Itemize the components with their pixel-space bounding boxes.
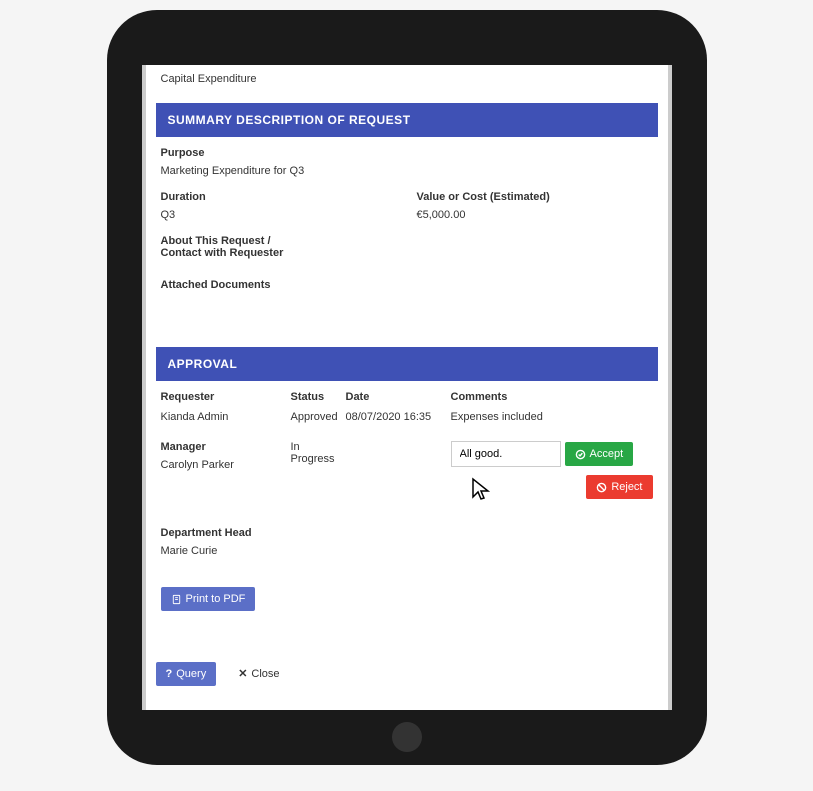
requester-comments: Expenses included xyxy=(451,411,653,423)
manager-row: Manager Carolyn Parker In Progress Accep… xyxy=(161,441,653,499)
reject-button[interactable]: Reject xyxy=(586,475,652,499)
query-label: Query xyxy=(176,668,206,680)
bottom-bar: ? Query ✕ Close xyxy=(156,661,658,691)
col-requester: Requester xyxy=(161,391,281,403)
check-circle-icon xyxy=(575,449,586,460)
close-icon: ✕ xyxy=(238,667,247,680)
tablet-screen: Capital Expenditure SUMMARY DESCRIPTION … xyxy=(142,65,672,710)
print-label: Print to PDF xyxy=(186,593,246,605)
approval-columns-header: Requester Status Date Comments xyxy=(161,391,653,403)
close-button[interactable]: ✕ Close xyxy=(228,661,289,686)
manager-label: Manager xyxy=(161,441,281,453)
col-status: Status xyxy=(291,391,336,403)
requester-name: Kianda Admin xyxy=(161,411,281,423)
query-button[interactable]: ? Query xyxy=(156,662,217,686)
top-text: Capital Expenditure xyxy=(156,65,658,93)
ban-icon xyxy=(596,482,607,493)
value-label: Value or Cost (Estimated) xyxy=(417,191,653,203)
dept-name: Marie Curie xyxy=(161,545,653,557)
comment-input[interactable] xyxy=(451,441,561,467)
tablet-frame: Capital Expenditure SUMMARY DESCRIPTION … xyxy=(107,10,707,765)
requester-status: Approved xyxy=(291,411,336,423)
content-area: Capital Expenditure SUMMARY DESCRIPTION … xyxy=(146,65,668,691)
pdf-icon xyxy=(171,594,182,605)
manager-status: In Progress xyxy=(291,441,336,465)
about-label: About This Request / Contact with Reques… xyxy=(161,235,301,259)
accept-label: Accept xyxy=(590,448,624,460)
summary-header: SUMMARY DESCRIPTION OF REQUEST xyxy=(156,103,658,137)
purpose-label: Purpose xyxy=(161,147,653,159)
duration-label: Duration xyxy=(161,191,397,203)
home-button[interactable] xyxy=(392,722,422,752)
value-value: €5,000.00 xyxy=(417,209,653,221)
summary-body: Purpose Marketing Expenditure for Q3 Dur… xyxy=(156,137,658,337)
question-icon: ? xyxy=(166,668,173,680)
requester-date: 08/07/2020 16:35 xyxy=(346,411,441,423)
purpose-value: Marketing Expenditure for Q3 xyxy=(161,165,653,177)
duration-value: Q3 xyxy=(161,209,397,221)
approval-header: APPROVAL xyxy=(156,347,658,381)
close-label: Close xyxy=(251,668,279,680)
manager-name: Carolyn Parker xyxy=(161,459,281,471)
requester-row: Kianda Admin Approved 08/07/2020 16:35 E… xyxy=(161,411,653,423)
col-date: Date xyxy=(346,391,441,403)
approval-body: Requester Status Date Comments Kianda Ad… xyxy=(156,381,658,621)
attached-label: Attached Documents xyxy=(161,279,653,291)
reject-label: Reject xyxy=(611,481,642,493)
dept-label: Department Head xyxy=(161,527,653,539)
print-pdf-button[interactable]: Print to PDF xyxy=(161,587,256,611)
accept-button[interactable]: Accept xyxy=(565,442,634,466)
dept-head-row: Department Head Marie Curie xyxy=(161,527,653,557)
col-comments: Comments xyxy=(451,391,653,403)
